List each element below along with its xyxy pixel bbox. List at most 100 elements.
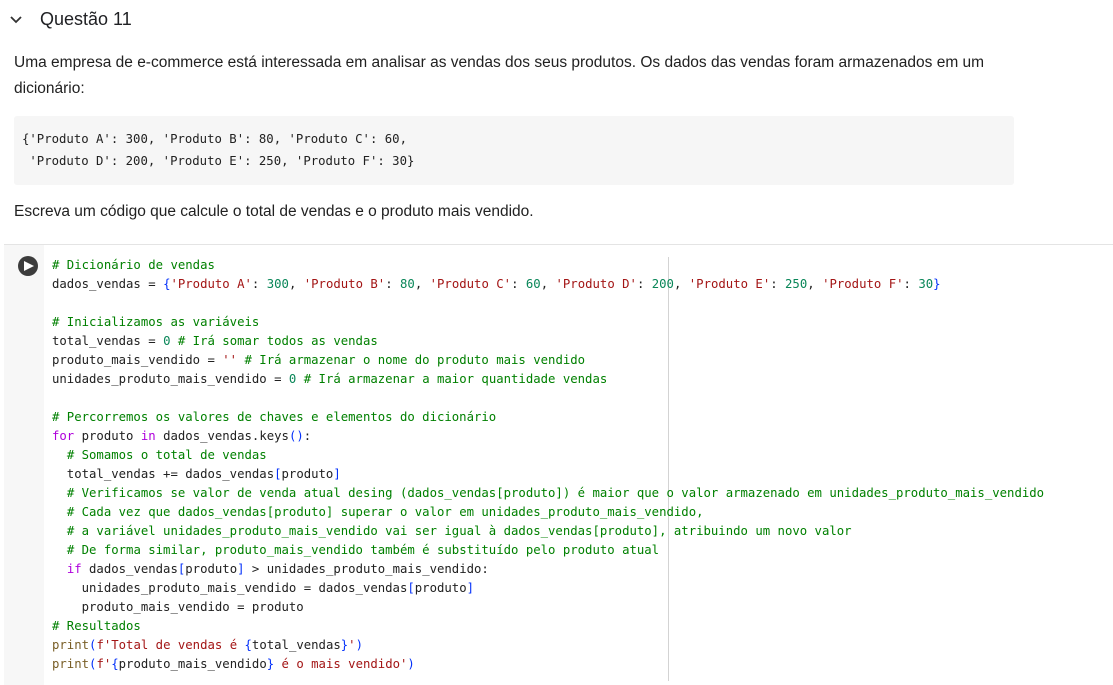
code-token: # Irá somar todos as vendas: [177, 334, 378, 348]
code-text: # Dicionário de vendas dados_vendas = {'P…: [52, 256, 1044, 674]
code-token: 30: [918, 277, 934, 291]
dictionary-code-block: {'Produto A': 300, 'Produto B': 80, 'Pro…: [14, 116, 1014, 185]
code-token: total_vendas: [251, 638, 341, 652]
code-line: # a variável unidades_produto_mais_vendi…: [52, 522, 1044, 541]
code-token: :: [903, 277, 919, 291]
dict-line: 'Produto D': 200, 'Produto E': 250, 'Pro…: [22, 154, 415, 168]
code-token: :: [511, 277, 526, 291]
code-token: ,: [288, 277, 304, 291]
code-token: in: [140, 429, 156, 443]
code-token: ]: [466, 581, 475, 595]
code-token: produto: [74, 429, 141, 443]
code-token: f'Total de vendas é: [96, 638, 245, 652]
play-icon: [24, 261, 34, 271]
code-token: ': [348, 638, 356, 652]
code-token: produto_mais_vendido = produto: [52, 600, 304, 614]
code-token: 60: [525, 277, 541, 291]
code-token: for: [52, 429, 75, 443]
section-header[interactable]: Questão 11: [6, 4, 132, 34]
code-line: produto_mais_vendido = produto: [52, 598, 1044, 617]
code-token: :: [770, 277, 786, 291]
code-line: print(f'{produto_mais_vendido} é o mais …: [52, 655, 1044, 674]
code-token: 'Produto E': [688, 277, 771, 291]
code-token: }: [933, 277, 941, 291]
code-cell: # Dicionário de vendas dados_vendas = {'P…: [4, 244, 1113, 685]
code-line: # De forma similar, produto_mais_vendido…: [52, 541, 1044, 560]
code-token: {: [244, 638, 252, 652]
code-token: # Verificamos se valor de venda atual de…: [66, 486, 1045, 500]
code-line: dados_vendas = {'Produto A': 300, 'Produ…: [52, 275, 1044, 294]
code-token: 80: [400, 277, 415, 291]
code-token: 300: [266, 277, 289, 291]
code-token: :: [303, 429, 312, 443]
code-token: dados_vendas.keys: [155, 429, 289, 443]
code-token: total_vendas =: [52, 334, 164, 348]
code-token: # De forma similar, produto_mais_vendido…: [66, 543, 660, 557]
chevron-down-icon[interactable]: [6, 9, 26, 29]
code-line: # Verificamos se valor de venda atual de…: [52, 484, 1044, 503]
code-line: if dados_vendas[produto] > unidades_prod…: [52, 560, 1044, 579]
code-token: dados_vendas: [81, 562, 178, 576]
code-token: f': [96, 657, 112, 671]
code-line: unidades_produto_mais_vendido = 0 # Irá …: [52, 370, 1044, 389]
code-line: for produto in dados_vendas.keys():: [52, 427, 1044, 446]
code-token: # Resultados: [52, 619, 141, 633]
code-token: {: [111, 657, 119, 671]
code-token: unidades_produto_mais_vendido =: [52, 372, 289, 386]
code-token: # Somamos o total de vendas: [66, 448, 267, 462]
code-token: # Percorremos os valores de chaves e ele…: [52, 410, 497, 424]
code-token: 'Produto B': [303, 277, 386, 291]
code-token: :: [251, 277, 267, 291]
code-line: unidades_produto_mais_vendido = dados_ve…: [52, 579, 1044, 598]
code-token: produto: [414, 581, 467, 595]
code-token: # Cada vez que dados_vendas[produto] sup…: [66, 505, 704, 519]
code-token: if: [66, 562, 82, 576]
code-token: ,: [807, 277, 823, 291]
code-line: # Percorremos os valores de chaves e ele…: [52, 408, 1044, 427]
code-editor[interactable]: # Dicionário de vendas dados_vendas = {'P…: [44, 245, 1113, 685]
code-line: # Dicionário de vendas: [52, 256, 1044, 275]
code-token: ): [355, 638, 363, 652]
code-token: ,: [414, 277, 430, 291]
code-token: 200: [651, 277, 674, 291]
code-token: produto: [185, 562, 238, 576]
code-token: 250: [785, 277, 808, 291]
code-token: produto: [281, 467, 334, 481]
code-token: # Irá armazenar a maior quantidade venda…: [303, 372, 608, 386]
code-token: unidades_produto_mais_vendido = dados_ve…: [52, 581, 408, 595]
code-token: 'Produto F': [822, 277, 904, 291]
code-line: print(f'Total de vendas é {total_vendas}…: [52, 636, 1044, 655]
code-line: total_vendas += dados_vendas[produto]: [52, 465, 1044, 484]
code-token: ): [407, 657, 415, 671]
code-token: # Irá armazenar o nome do produto mais v…: [244, 353, 586, 367]
code-token: produto_mais_vendido: [118, 657, 267, 671]
task-paragraph: Escreva um código que calcule o total de…: [14, 203, 534, 220]
code-token: produto_mais_vendido =: [52, 353, 223, 367]
code-token: total_vendas += dados_vendas: [52, 467, 275, 481]
run-cell-button[interactable]: [18, 256, 38, 276]
code-token: ,: [540, 277, 556, 291]
code-line: # Somamos o total de vendas: [52, 446, 1044, 465]
code-token: é o mais vendido': [274, 657, 408, 671]
question-paragraph: Uma empresa de e-commerce está interessa…: [14, 54, 985, 97]
code-line: # Cada vez que dados_vendas[produto] sup…: [52, 503, 1044, 522]
code-token: # Inicializamos as variáveis: [52, 315, 260, 329]
code-line: # Resultados: [52, 617, 1044, 636]
code-token: ]: [333, 467, 341, 481]
dict-line: {'Produto A': 300, 'Produto B': 80, 'Pro…: [22, 132, 407, 146]
code-token: > unidades_produto_mais_vendido:: [244, 562, 489, 576]
code-token: 'Produto A': [170, 277, 252, 291]
code-token: (): [288, 429, 304, 443]
code-line: # Inicializamos as variáveis: [52, 313, 1044, 332]
section-title: Questão 11: [40, 8, 132, 29]
